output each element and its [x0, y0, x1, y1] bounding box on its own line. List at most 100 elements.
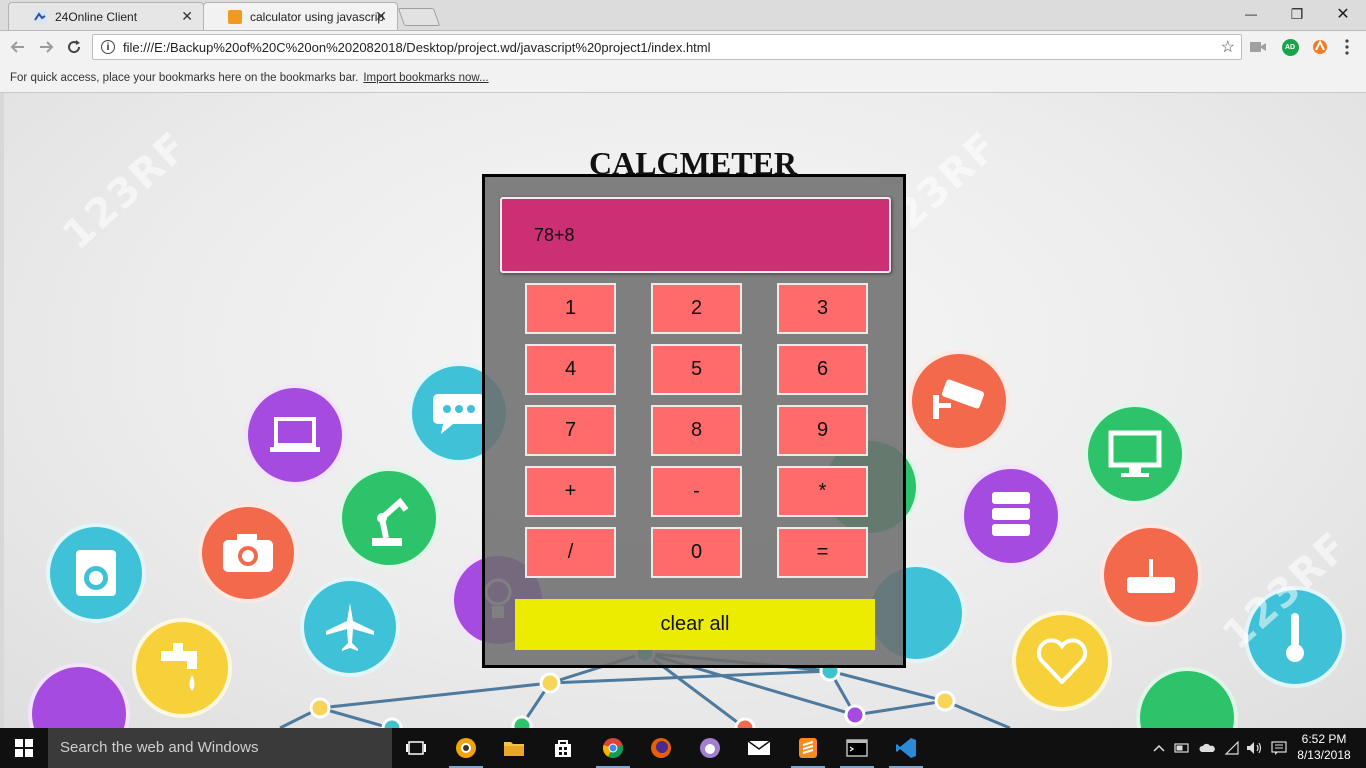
- clear-all-button[interactable]: clear all: [515, 599, 875, 650]
- import-bookmarks-link[interactable]: Import bookmarks now...: [363, 72, 488, 84]
- key-plus[interactable]: +: [525, 466, 616, 517]
- heart-rate-icon: [1012, 611, 1112, 711]
- airplane-icon: [300, 577, 400, 677]
- browser-toolbar: i file:///E:/Backup%20of%20C%20on%202082…: [0, 31, 1366, 64]
- taskbar-search-box[interactable]: Search the web and Windows: [48, 728, 392, 768]
- task-view-button[interactable]: [393, 728, 439, 768]
- onedrive-cloud-icon[interactable]: [1196, 728, 1218, 768]
- camera-icon: [198, 503, 298, 603]
- key-4[interactable]: 4: [525, 344, 616, 395]
- laptop-icon: [244, 384, 346, 486]
- key-3[interactable]: 3: [777, 283, 868, 334]
- forward-button[interactable]: [35, 36, 57, 58]
- close-icon: ✕: [1336, 6, 1350, 23]
- reload-button[interactable]: [63, 36, 85, 58]
- adblock-extension-icon[interactable]: AD: [1281, 38, 1299, 56]
- taskbar-clock[interactable]: 6:52 PM 8/13/2018: [1294, 731, 1354, 763]
- battery-icon[interactable]: [1172, 728, 1192, 768]
- file-favicon-icon: [228, 9, 242, 24]
- key-8[interactable]: 8: [651, 405, 742, 456]
- bookmark-star-icon[interactable]: ☆: [1221, 37, 1235, 57]
- taskbar-vscode[interactable]: [883, 728, 929, 768]
- firefox-icon: [651, 738, 671, 758]
- taskbar-store[interactable]: [540, 728, 586, 768]
- close-tab-icon[interactable]: ✕: [181, 8, 193, 25]
- clock-time: 6:52 PM: [1301, 732, 1347, 746]
- key-equals[interactable]: =: [777, 527, 868, 578]
- tray-overflow-icon[interactable]: [1150, 728, 1168, 768]
- taskbar-app-firefox-alt[interactable]: [443, 728, 489, 768]
- windows-logo-icon: [15, 739, 33, 757]
- taskbar-chrome[interactable]: [590, 728, 636, 768]
- tab-title: calculator using javascript: [250, 9, 384, 24]
- reload-icon: [68, 40, 81, 54]
- key-9[interactable]: 9: [777, 405, 868, 456]
- new-tab-button[interactable]: [397, 8, 441, 26]
- restore-button[interactable]: ❐: [1274, 0, 1320, 28]
- washing-machine-icon: [46, 523, 146, 623]
- camera-blocked-icon[interactable]: [1249, 38, 1267, 56]
- github-icon: [700, 738, 720, 758]
- key-6[interactable]: 6: [777, 344, 868, 395]
- key-1[interactable]: 1: [525, 283, 616, 334]
- taskbar-cmd[interactable]: [834, 728, 880, 768]
- bookmarks-bar: For quick access, place your bookmarks h…: [0, 64, 1366, 93]
- key-7[interactable]: 7: [525, 405, 616, 456]
- tab-title: 24Online Client: [55, 9, 138, 24]
- back-arrow-icon: [10, 41, 24, 53]
- taskbar-github[interactable]: [687, 728, 733, 768]
- server-icon: [960, 465, 1062, 567]
- taskbar-file-explorer[interactable]: [491, 728, 537, 768]
- bookmarks-message: For quick access, place your bookmarks h…: [10, 72, 359, 84]
- avast-extension-icon[interactable]: [1311, 38, 1329, 56]
- key-divide[interactable]: /: [525, 527, 616, 578]
- volume-icon[interactable]: [1244, 728, 1266, 768]
- start-button[interactable]: [0, 728, 48, 768]
- sublime-text-icon: [799, 738, 817, 758]
- key-multiply[interactable]: *: [777, 466, 868, 517]
- taskbar-firefox[interactable]: [638, 728, 684, 768]
- close-tab-icon[interactable]: ✕: [375, 8, 387, 25]
- security-camera-icon: [908, 350, 1010, 452]
- restore-icon: ❐: [1290, 5, 1304, 22]
- mail-icon: [747, 740, 771, 755]
- address-bar[interactable]: i file:///E:/Backup%20of%20C%20on%202082…: [92, 34, 1242, 60]
- key-5[interactable]: 5: [651, 344, 742, 395]
- key-minus[interactable]: -: [651, 466, 742, 517]
- minimize-button[interactable]: —: [1228, 0, 1274, 28]
- terminal-icon: [846, 739, 868, 757]
- 24online-favicon-icon: [33, 9, 47, 24]
- close-window-button[interactable]: ✕: [1320, 0, 1366, 28]
- vscode-icon: [896, 738, 916, 758]
- taskbar-mail[interactable]: [736, 728, 782, 768]
- minimize-icon: —: [1245, 7, 1257, 21]
- store-bag-icon: [555, 740, 571, 757]
- tab-strip: 24Online Client ✕ calculator using javas…: [0, 0, 1366, 31]
- windows-taskbar: Search the web and Windows 6:52 PM 8/13/…: [0, 728, 1366, 768]
- calculator-display[interactable]: 78+8: [500, 197, 891, 273]
- tab-24online[interactable]: 24Online Client ✕: [8, 2, 204, 30]
- chrome-icon: [602, 738, 624, 758]
- key-0[interactable]: 0: [651, 527, 742, 578]
- page-content: 123RF 123RF 123RF CALCMETER 78+8 1 2 3 4…: [0, 93, 1366, 728]
- task-view-icon: [406, 741, 426, 755]
- forward-arrow-icon: [40, 41, 54, 53]
- address-url: file:///E:/Backup%20of%20C%20on%20208201…: [123, 39, 711, 55]
- folder-icon: [504, 742, 524, 756]
- wifi-icon[interactable]: [1222, 728, 1242, 768]
- key-2[interactable]: 2: [651, 283, 742, 334]
- taskbar-sublime[interactable]: [785, 728, 831, 768]
- back-button[interactable]: [7, 36, 29, 58]
- adblock-label: AD: [1281, 38, 1299, 56]
- info-icon[interactable]: i: [101, 40, 115, 54]
- faucet-icon: [132, 618, 232, 718]
- robot-arm-icon: [338, 467, 440, 569]
- monitor-icon: [1084, 403, 1186, 505]
- clock-date: 8/13/2018: [1297, 748, 1351, 762]
- menu-icon[interactable]: [1338, 38, 1356, 56]
- browser-app-icon: [456, 738, 476, 758]
- notifications-icon[interactable]: [1268, 728, 1290, 768]
- tab-calculator[interactable]: calculator using javascript ✕: [203, 2, 398, 30]
- calculator-panel: 78+8 1 2 3 4 5 6 7 8 9 + - * / 0 = clear…: [482, 174, 906, 668]
- router-icon: [1100, 524, 1202, 626]
